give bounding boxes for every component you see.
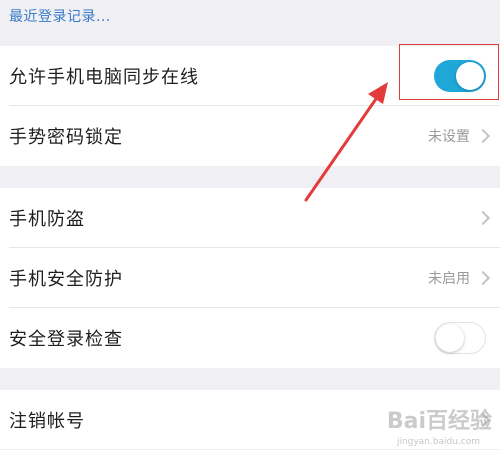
gesture-lock-label: 手势密码锁定 xyxy=(9,127,123,148)
settings-group-2: 手机防盗 手机安全防护 未启用 安全登录检查 xyxy=(0,188,500,368)
row-phone-protection[interactable]: 手机安全防护 未启用 xyxy=(0,248,500,308)
annotation-highlight-box xyxy=(399,44,499,100)
gesture-lock-value: 未设置 xyxy=(428,129,470,145)
chevron-right-icon xyxy=(475,270,491,286)
sync-online-label: 允许手机电脑同步在线 xyxy=(9,67,199,88)
recent-login-link-row[interactable]: 最近登录记录... xyxy=(0,0,500,40)
logout-account-label: 注销帐号 xyxy=(9,411,85,432)
row-phone-antitheft[interactable]: 手机防盗 xyxy=(0,188,500,248)
chevron-right-icon xyxy=(475,210,491,226)
baidu-watermark-url: jingyan.baidu.com xyxy=(396,437,480,447)
toggle-knob xyxy=(436,324,464,352)
login-check-label: 安全登录检查 xyxy=(9,329,123,350)
row-gesture-lock[interactable]: 手势密码锁定 未设置 xyxy=(0,106,500,166)
phone-protection-value: 未启用 xyxy=(428,271,470,287)
chevron-right-icon xyxy=(475,128,491,144)
phone-protection-label: 手机安全防护 xyxy=(9,269,123,290)
row-login-check: 安全登录检查 xyxy=(0,308,500,368)
baidu-watermark: Bai百经验 xyxy=(386,409,492,434)
recent-login-link[interactable]: 最近登录记录... xyxy=(9,6,111,26)
phone-antitheft-label: 手机防盗 xyxy=(9,209,85,230)
login-check-toggle[interactable] xyxy=(434,322,486,354)
